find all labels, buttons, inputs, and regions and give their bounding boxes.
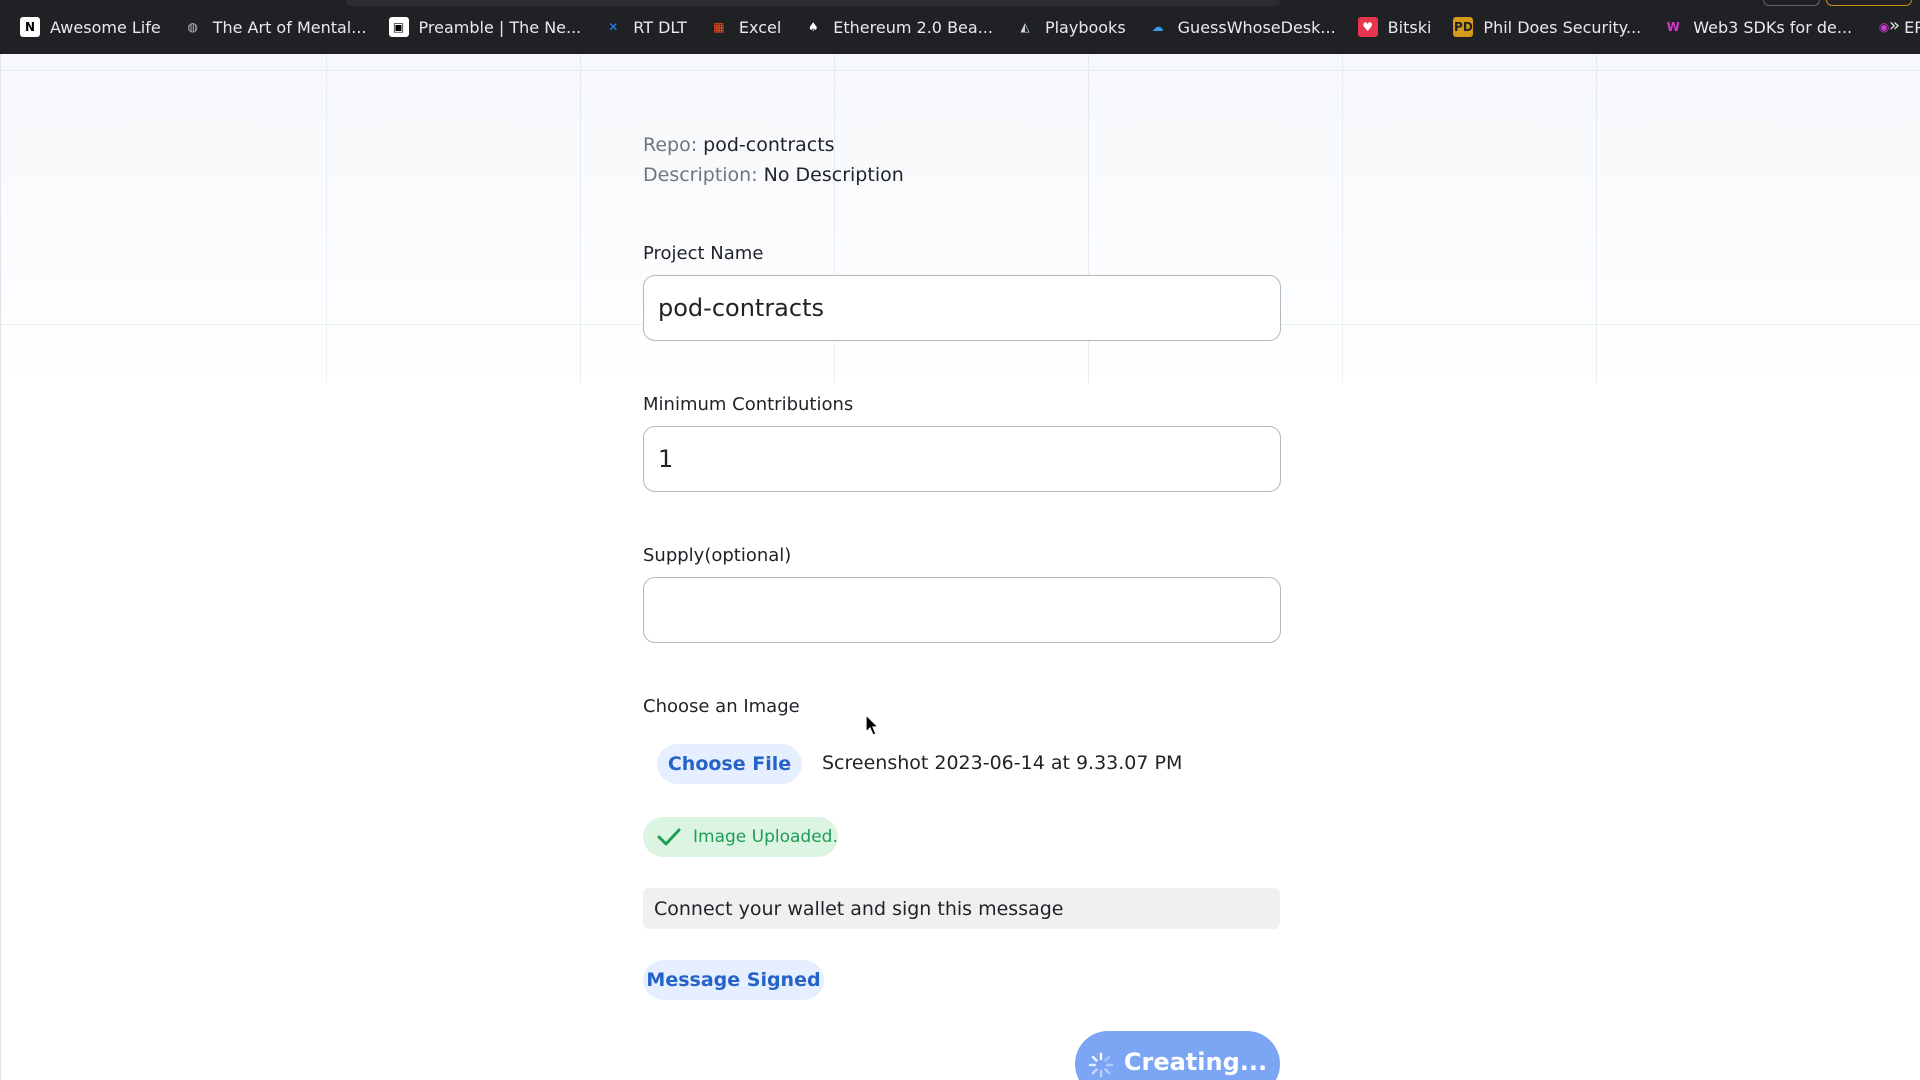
bookmark-item[interactable]: N Awesome Life	[20, 9, 161, 45]
bookmark-item[interactable]: ✕ RT DLT	[603, 9, 687, 45]
mouse-cursor-icon	[865, 714, 880, 736]
bookmark-item[interactable]: ▦ Excel	[709, 9, 781, 45]
description-key: Description:	[643, 164, 758, 186]
bookmark-label: Awesome Life	[50, 17, 161, 37]
bookmark-label: Bitski	[1387, 17, 1432, 37]
project-name-label: Project Name	[643, 243, 764, 264]
message-signed-button[interactable]: Message Signed	[643, 960, 824, 1000]
bookmark-item[interactable]: ♥ Bitski	[1357, 9, 1432, 45]
choose-file-button[interactable]: Choose File	[657, 744, 802, 784]
web3-icon: W	[1666, 20, 1680, 34]
checkmark-icon	[657, 828, 681, 846]
supply-label: Supply(optional)	[643, 545, 792, 566]
page-edge	[0, 54, 1, 1080]
microsoft-icon: ▦	[713, 20, 725, 34]
window-control[interactable]	[1763, 0, 1820, 6]
preamble-icon: ▣	[388, 17, 409, 37]
supply-input[interactable]	[643, 577, 1281, 643]
project-name-input[interactable]	[643, 275, 1281, 341]
bookmark-label: EPNS Home	[1904, 17, 1920, 37]
bookmark-label: Playbooks	[1044, 17, 1126, 37]
image-uploaded-badge: Image Uploaded.	[643, 817, 838, 857]
notion-icon: N	[20, 17, 40, 37]
description-value: No Description	[763, 164, 904, 186]
sign-message-box: Connect your wallet and sign this messag…	[643, 888, 1280, 929]
bookmark-label: RT DLT	[633, 17, 687, 37]
bookmark-label: Excel	[738, 17, 782, 37]
repo-key: Repo:	[643, 134, 698, 156]
bookmark-label: Preamble | The Ne...	[418, 17, 582, 37]
repo-value: pod-contracts	[703, 134, 835, 156]
bookmark-item[interactable]: ◍ The Art of Mental...	[183, 9, 367, 45]
grid-line	[326, 54, 327, 384]
min-contributions-label: Minimum Contributions	[643, 394, 854, 415]
bookmark-item[interactable]: ▣ Preamble | The Ne...	[388, 9, 582, 45]
page-background	[0, 54, 1920, 394]
description-line: Description: No Description	[643, 160, 1281, 190]
bookmark-item[interactable]: W Web3 SDKs for de...	[1663, 9, 1853, 45]
bookmark-item[interactable]: ☁ GuessWhoseDesk...	[1148, 9, 1336, 45]
selected-file-name: Screenshot 2023-06-14 at 9.33.07 PM	[822, 752, 1183, 774]
bookmark-item[interactable]: PD Phil Does Security...	[1453, 9, 1641, 45]
bookmark-label: Web3 SDKs for de...	[1693, 17, 1853, 37]
bookmark-label: Ethereum 2.0 Bea...	[833, 17, 993, 37]
grid-line	[580, 54, 581, 384]
tab-strip-edge	[346, 0, 1280, 6]
ethereum-icon: ♠	[807, 20, 819, 34]
bookmark-label: Phil Does Security...	[1483, 17, 1642, 37]
bitski-icon: ♥	[1357, 17, 1378, 37]
create-button[interactable]: Creating...	[1075, 1031, 1280, 1080]
min-contributions-input[interactable]	[643, 426, 1281, 492]
playbooks-icon: ◭	[1020, 20, 1030, 34]
more-bookmarks-icon[interactable]: »	[1889, 15, 1900, 36]
window-control[interactable]	[1826, 0, 1912, 6]
bookmark-item[interactable]: ◭ Playbooks	[1015, 9, 1126, 45]
grid-line	[0, 70, 1920, 71]
bookmarks-bar: N Awesome Life ◍ The Art of Mental... ▣ Pream…	[0, 0, 1920, 54]
repo-line: Repo: pod-contracts	[643, 130, 1281, 160]
pds-icon: PD	[1453, 17, 1474, 37]
spinner-icon	[1088, 1052, 1114, 1078]
create-button-label: Creating...	[1123, 1048, 1268, 1076]
grid-line	[1596, 54, 1597, 384]
onedrive-icon: ☁	[1151, 20, 1164, 34]
image-uploaded-text: Image Uploaded.	[693, 827, 838, 847]
grid-line	[1342, 54, 1343, 384]
choose-image-label: Choose an Image	[643, 696, 800, 717]
bookmark-label: GuessWhoseDesk...	[1177, 17, 1336, 37]
bookmark-label: The Art of Mental...	[212, 17, 367, 37]
bookmark-item[interactable]: ♠ Ethereum 2.0 Bea...	[803, 9, 993, 45]
repo-info: Repo: pod-contracts Description: No Desc…	[643, 130, 1281, 190]
globe-icon: ◍	[187, 20, 198, 34]
confluence-icon: ✕	[608, 20, 619, 34]
